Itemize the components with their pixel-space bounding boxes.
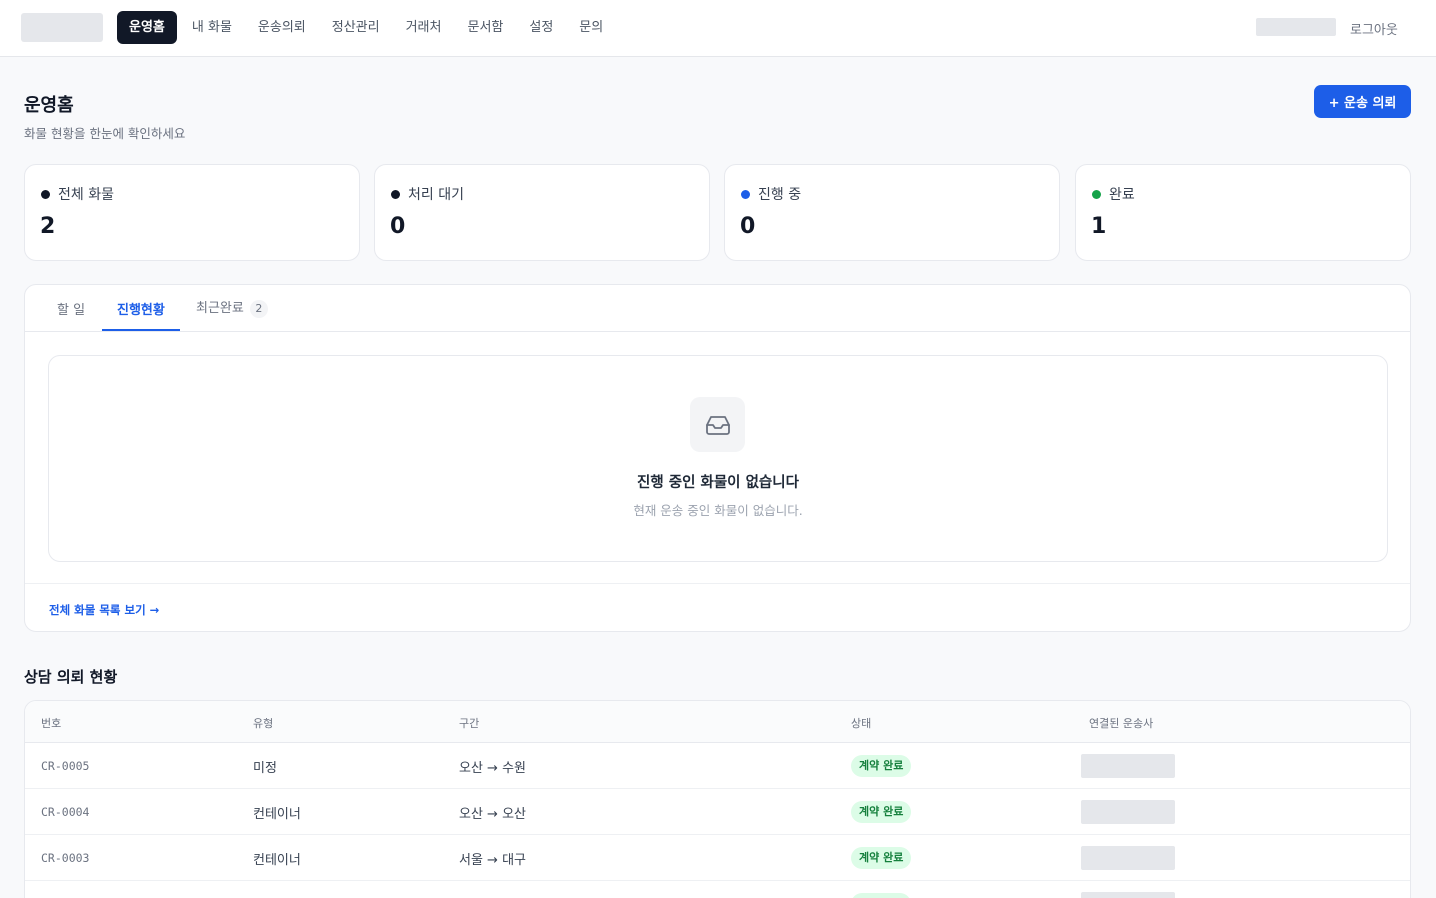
column-header-number: 번호: [41, 717, 62, 730]
stat-label: 처리 대기: [408, 187, 464, 203]
empty-state: 진행 중인 화물이 없습니다 현재 운송 중인 화물이 없습니다.: [48, 355, 1388, 562]
status-badge: 계약 완료: [851, 801, 912, 823]
top-navbar: 운영홈 내 화물 운송의뢰 정산관리 거래처 문서함 설정 문의 로그아웃: [0, 0, 1436, 57]
nav-item-documents[interactable]: 문서함: [454, 11, 516, 44]
stat-label-wrap: 진행 중: [741, 184, 801, 204]
column-header-carrier: 연결된 운송사: [1089, 717, 1154, 730]
row-route: 오산 → 수원: [459, 761, 526, 776]
table-row[interactable]: CR-0005 미정 오산 → 수원 계약 완료: [25, 743, 1410, 789]
status-badge: 계약 완료: [851, 755, 912, 777]
empty-state-description: 현재 운송 중인 화물이 없습니다.: [633, 503, 803, 518]
nav-item-transport-request[interactable]: 운송의뢰: [245, 11, 319, 44]
carrier-name-placeholder: [1081, 846, 1175, 870]
stat-label-wrap: 완료: [1092, 184, 1135, 204]
column-header-route: 구간: [459, 717, 480, 730]
stat-label-wrap: 전체 화물: [41, 184, 114, 204]
empty-state-title: 진행 중인 화물이 없습니다: [637, 475, 799, 491]
stat-label-wrap: 처리 대기: [391, 184, 464, 204]
stat-value: 2: [40, 214, 56, 239]
active-tab-indicator: [102, 329, 180, 331]
table-row-partial[interactable]: [25, 881, 1410, 898]
tab-recent-completed[interactable]: 최근완료 2: [196, 297, 268, 318]
carrier-name-placeholder: [1081, 892, 1175, 898]
column-header-status: 상태: [851, 717, 872, 730]
status-dot-icon: [391, 189, 400, 199]
stat-value: 1: [1091, 214, 1107, 239]
logout-button[interactable]: 로그아웃: [1350, 19, 1398, 38]
user-name-placeholder: [1256, 18, 1336, 36]
status-badge: [851, 893, 911, 898]
status-dot-icon: [741, 189, 750, 199]
nav-item-partners[interactable]: 거래처: [393, 11, 455, 44]
stat-value: 0: [390, 214, 406, 239]
row-id: CR-0005: [41, 759, 90, 773]
divider: [25, 583, 1410, 584]
row-type: 컨테이너: [253, 807, 301, 822]
page-subtitle: 화물 현황을 한눈에 확인하세요: [24, 126, 186, 141]
panel-tabs: 할 일 진행현황 최근완료 2: [25, 285, 1410, 332]
table-header: 번호 유형 구간 상태 연결된 운송사: [25, 701, 1410, 743]
nav-item-settings[interactable]: 설정: [516, 11, 566, 44]
page-title: 운영홈: [24, 95, 74, 116]
column-header-type: 유형: [253, 717, 274, 730]
nav-item-settlement[interactable]: 정산관리: [319, 11, 393, 44]
table-row[interactable]: CR-0004 컨테이너 오산 → 오산 계약 완료: [25, 789, 1410, 835]
row-id: CR-0003: [41, 851, 90, 865]
tab-progress[interactable]: 진행현황: [117, 299, 165, 318]
row-type: 미정: [253, 761, 277, 776]
stat-label: 완료: [1109, 187, 1135, 203]
stat-card-pending[interactable]: 처리 대기 0: [374, 164, 710, 261]
count-badge: 2: [249, 300, 268, 318]
table-row[interactable]: CR-0003 컨테이너 서울 → 대구 계약 완료: [25, 835, 1410, 881]
stat-card-in-progress[interactable]: 진행 중 0: [724, 164, 1060, 261]
section-title: 상담 의뢰 현황: [24, 668, 118, 686]
stat-label: 진행 중: [758, 187, 802, 203]
row-type: 컨테이너: [253, 853, 301, 868]
stat-card-completed[interactable]: 완료 1: [1075, 164, 1411, 261]
row-route: 오산 → 오산: [459, 807, 526, 822]
status-dot-icon: [41, 189, 50, 199]
cargo-status-panel: 할 일 진행현황 최근완료 2 진행 중인 화물이 없습니다 현재 운송 중인 화…: [24, 284, 1411, 632]
nav-item-my-cargo[interactable]: 내 화물: [179, 11, 245, 44]
main-nav: 운영홈 내 화물 운송의뢰 정산관리 거래처 문서함 설정 문의: [117, 11, 616, 44]
new-transport-request-button[interactable]: + 운송 의뢰: [1314, 85, 1411, 118]
status-dot-icon: [1092, 189, 1101, 199]
status-badge: 계약 완료: [851, 847, 912, 869]
tab-label: 최근완료: [196, 301, 244, 316]
row-id: CR-0004: [41, 805, 90, 819]
carrier-name-placeholder: [1081, 800, 1175, 824]
logo[interactable]: [21, 13, 103, 42]
inbox-icon: [690, 397, 745, 452]
nav-item-inquiry[interactable]: 문의: [566, 11, 616, 44]
stat-value: 0: [740, 214, 756, 239]
stat-card-total[interactable]: 전체 화물 2: [24, 164, 360, 261]
nav-item-home[interactable]: 운영홈: [117, 11, 177, 44]
stat-label: 전체 화물: [58, 187, 114, 203]
row-route: 서울 → 대구: [459, 853, 526, 868]
view-all-cargo-link[interactable]: 전체 화물 목록 보기 →: [49, 602, 159, 618]
consult-table: 번호 유형 구간 상태 연결된 운송사 CR-0005 미정 오산 → 수원 계…: [24, 700, 1411, 898]
tab-todo[interactable]: 할 일: [57, 299, 85, 318]
carrier-name-placeholder: [1081, 754, 1175, 778]
